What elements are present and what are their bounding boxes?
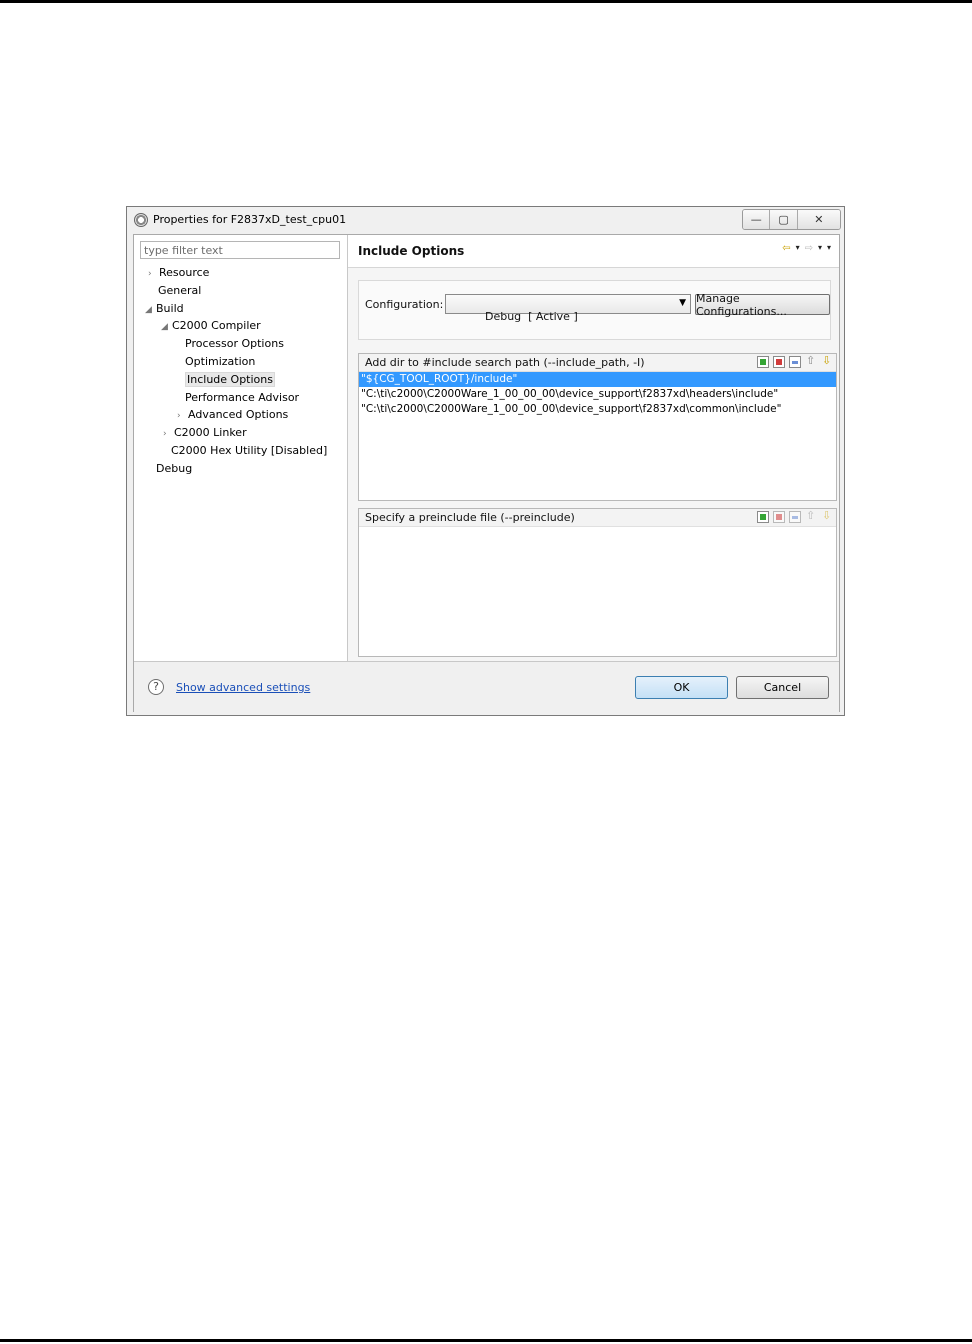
tree-item-label: C2000 Linker	[174, 426, 247, 440]
collapse-arrow-icon[interactable]: ◢	[145, 302, 156, 319]
tree-item[interactable]: General	[158, 282, 201, 299]
move-down-icon[interactable]	[821, 354, 833, 368]
tree-item-label: Resource	[159, 266, 210, 279]
tree-item-label: C2000 Hex Utility [Disabled]	[171, 444, 328, 457]
forward-arrow-icon[interactable]: ⇨	[805, 243, 813, 254]
show-advanced-settings-link[interactable]: Show advanced settings	[176, 681, 310, 694]
tree-item-label: Build	[156, 301, 184, 315]
tree-item[interactable]: › C2000 Linker	[163, 424, 247, 441]
preinclude-list: Specify a preinclude file (--preinclude)	[358, 508, 837, 657]
minimize-button[interactable]: —	[743, 210, 771, 229]
include-path-row[interactable]: "C:\ti\c2000\C2000Ware_1_00_00_00\device…	[359, 387, 836, 402]
include-path-list: Add dir to #include search path (--inclu…	[358, 353, 837, 501]
page-header: Include Options ⇦ ▾ ⇨ ▾ ▾	[348, 235, 839, 268]
tree-item-label: Debug	[156, 461, 193, 475]
settings-pane: Include Options ⇦ ▾ ⇨ ▾ ▾ Configuration:…	[348, 235, 839, 661]
move-up-icon	[805, 509, 817, 523]
maximize-button[interactable]: ▢	[770, 210, 798, 229]
add-icon[interactable]	[757, 511, 769, 523]
manage-configurations-button[interactable]: Manage Configurations...	[695, 292, 830, 318]
view-menu-icon[interactable]: ▾	[827, 243, 831, 254]
titlebar: Properties for F2837xD_test_cpu01 — ▢ ✕	[127, 207, 844, 234]
back-arrow-icon[interactable]: ⇦	[782, 243, 790, 254]
expand-arrow-icon[interactable]: ›	[177, 408, 188, 425]
filter-input[interactable]	[140, 241, 340, 259]
include-path-row[interactable]: "${CG_TOOL_ROOT}/include"	[359, 372, 836, 387]
tree-item[interactable]: Optimization	[185, 353, 255, 370]
window-title: Properties for F2837xD_test_cpu01	[153, 213, 347, 226]
close-button[interactable]: ✕	[797, 210, 840, 229]
delete-icon	[773, 511, 785, 523]
preinclude-label: Specify a preinclude file (--preinclude)	[365, 511, 575, 524]
preinclude-header: Specify a preinclude file (--preinclude)	[359, 509, 836, 527]
forward-menu-icon[interactable]: ▾	[818, 243, 822, 254]
include-path-rows: "${CG_TOOL_ROOT}/include" "C:\ti\c2000\C2…	[359, 372, 836, 417]
edit-icon	[789, 511, 801, 523]
edit-icon[interactable]	[789, 356, 801, 368]
tree-item[interactable]: ◢ Build	[145, 300, 184, 317]
include-path-toolbar	[757, 354, 833, 368]
dialog-content: ›ResourceGeneral◢Build◢C2000 CompilerPro…	[133, 234, 840, 712]
include-path-label: Add dir to #include search path (--inclu…	[365, 356, 645, 369]
tree-item-label: General	[158, 283, 202, 297]
app-icon	[134, 213, 148, 227]
tree-item-label: Advanced Options	[188, 408, 289, 422]
dialog-footer: ? Show advanced settings OK Cancel	[134, 661, 839, 712]
page-bottom-rule	[0, 1339, 972, 1342]
page-nav: ⇦ ▾ ⇨ ▾ ▾	[782, 243, 831, 254]
cancel-button[interactable]: Cancel	[736, 676, 829, 699]
tree-item[interactable]: › Resource	[148, 264, 209, 281]
tree-item[interactable]: Processor Options	[185, 335, 284, 352]
expand-arrow-icon[interactable]: ›	[148, 266, 159, 283]
properties-dialog: Properties for F2837xD_test_cpu01 — ▢ ✕ …	[126, 206, 845, 716]
help-icon[interactable]: ?	[148, 679, 164, 695]
delete-icon[interactable]	[773, 356, 785, 368]
tree-item-label: Processor Options	[185, 337, 284, 351]
expand-arrow-icon[interactable]: ›	[163, 426, 174, 443]
move-down-icon	[821, 509, 833, 523]
navigation-pane: ›ResourceGeneral◢Build◢C2000 CompilerPro…	[134, 235, 348, 661]
configuration-value: Debug [ Active ]	[484, 310, 578, 323]
page-top-rule	[0, 0, 972, 3]
preinclude-toolbar	[757, 509, 833, 523]
chevron-down-icon: ▼	[679, 298, 686, 308]
ok-button[interactable]: OK	[635, 676, 728, 699]
collapse-arrow-icon[interactable]: ◢	[161, 319, 172, 336]
tree-item[interactable]: › Advanced Options	[177, 406, 288, 423]
tree-item[interactable]: Performance Advisor	[185, 389, 299, 406]
tree-item-label: Include Options	[185, 371, 275, 387]
window-controls: — ▢ ✕	[742, 209, 841, 230]
configuration-group: Configuration: Debug [ Active ] ▼ Manage…	[358, 280, 831, 340]
tree-item[interactable]: Debug	[156, 460, 192, 477]
configuration-label: Configuration:	[365, 298, 444, 311]
page-title: Include Options	[358, 244, 465, 258]
tree-item-label: C2000 Compiler	[172, 319, 261, 333]
back-menu-icon[interactable]: ▾	[796, 243, 800, 254]
tree-item[interactable]: C2000 Hex Utility [Disabled]	[171, 442, 327, 459]
tree-item-label: Performance Advisor	[185, 390, 300, 404]
include-path-row[interactable]: "C:\ti\c2000\C2000Ware_1_00_00_00\device…	[359, 402, 836, 417]
include-path-header: Add dir to #include search path (--inclu…	[359, 354, 836, 372]
configuration-select[interactable]: Debug [ Active ] ▼	[445, 294, 691, 323]
add-icon[interactable]	[757, 356, 769, 368]
move-up-icon[interactable]	[805, 354, 817, 368]
tree-item-label: Optimization	[185, 355, 256, 368]
tree-item[interactable]: ◢ C2000 Compiler	[161, 317, 261, 334]
tree-item[interactable]: Include Options	[185, 371, 275, 388]
